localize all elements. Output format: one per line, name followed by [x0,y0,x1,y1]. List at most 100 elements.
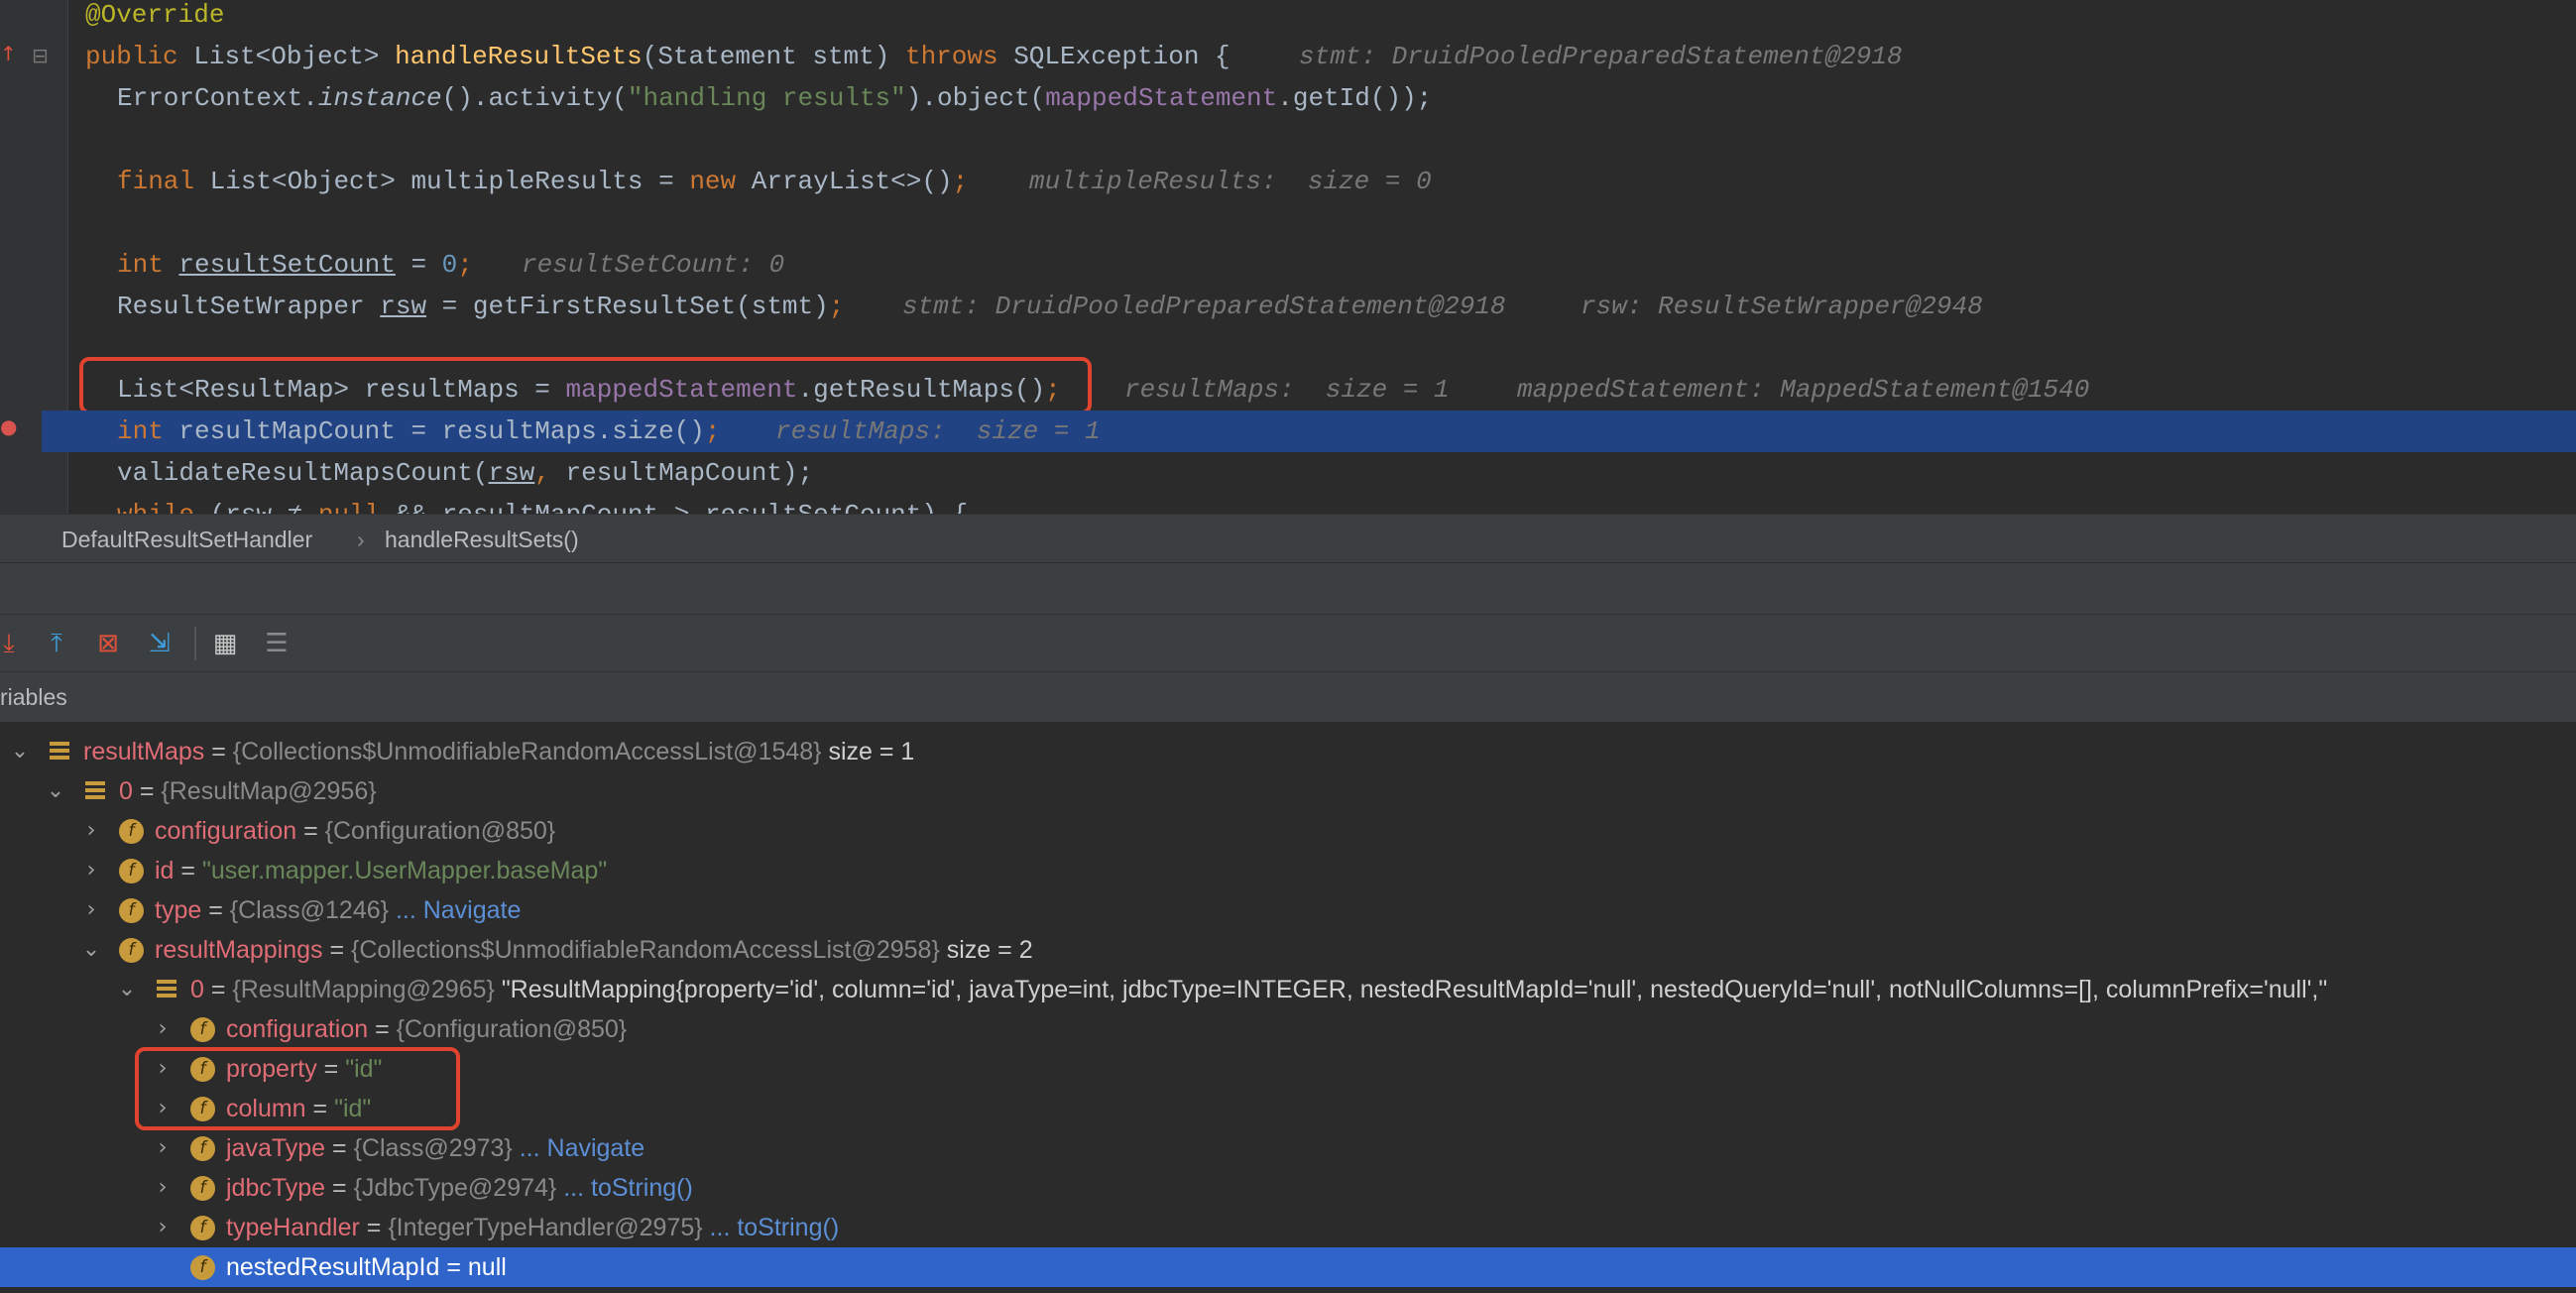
evaluate-table-icon[interactable]: ▦ [208,627,242,660]
tree-row-mapping-configuration[interactable]: › f configuration = {Configuration@850} [0,1009,2576,1049]
semicolon: ; [828,292,845,321]
tree-row-type[interactable]: › f type = {Class@1246} ... Navigate [0,890,2576,930]
code-text: int resultSetCount = 0; [117,244,473,286]
tree-row-javatype[interactable]: › f javaType = {Class@2973} ... Navigate [0,1128,2576,1168]
inline-debug-hint: multipleResults: size = 0 [1029,167,1432,196]
equals-sign: = [296,817,325,845]
equals-sign: = [359,1214,389,1241]
code-line-8-current[interactable]: int resultMapCount = resultMaps.size(); … [42,411,2576,452]
code-line-4[interactable]: final List<Object> multipleResults = new… [0,161,2576,202]
tree-row-text: resultMappings = {Collections$Unmodifiab… [155,930,1033,970]
variable-token: rsw [225,500,272,514]
keyword-int: int [117,416,164,446]
navigate-link[interactable]: ... Navigate [520,1134,644,1162]
chevron-right-icon[interactable]: › [151,1168,175,1208]
code-line-10[interactable]: while (rsw ≠ null && resultMapCount > re… [0,494,2576,514]
tostring-link[interactable]: ... toString() [710,1214,840,1241]
list-icon [85,781,105,801]
variable-name: 0 [119,777,133,805]
inline-debug-hint: stmt: DruidPooledPreparedStatement@2918 [1299,42,1903,71]
string-literal: "handling results" [627,83,906,113]
chevron-right-icon[interactable]: › [151,1208,175,1247]
chevron-down-icon[interactable]: ⌄ [8,732,32,771]
code-token: .getId()); [1277,83,1433,113]
field-icon: f [190,1136,215,1161]
field-icon: f [119,938,144,963]
code-token: resultMapCount); [549,458,814,488]
exception-type: SQLException [1013,42,1200,71]
variable-name: type [155,896,202,924]
chevron-right-icon[interactable]: › [151,1009,175,1049]
tree-row-text: nestedResultMapId = null [226,1247,507,1287]
inline-debug-hint: resultSetCount: 0 [522,250,785,280]
code-editor[interactable]: ↑ ⊟ ● @Override public List<Object> hand… [0,0,2576,514]
parameters: (Statement stmt) [642,42,890,71]
tree-row-nestedresultmapid-selected[interactable]: f nestedResultMapId = null [0,1247,2576,1287]
chevron-right-icon[interactable]: › [79,811,103,851]
debug-toolbar: ⤓ ⤒ ⊠ ⇲ ▦ ☰ [0,614,2576,672]
tree-row-jdbctype[interactable]: › f jdbcType = {JdbcType@2974} ... toStr… [0,1168,2576,1208]
trace-icon[interactable]: ☰ [260,627,293,660]
semicolon: ; [952,167,969,196]
chevron-right-icon[interactable]: › [151,1128,175,1168]
breadcrumb-method[interactable]: handleResultSets() [385,527,579,553]
variable-name: javaType [226,1134,326,1162]
variable-value: {Configuration@850} [324,817,556,845]
tree-row-id[interactable]: › f id = "user.mapper.UserMapper.baseMap… [0,851,2576,890]
code-text: final List<Object> multipleResults = new… [117,161,968,202]
tostring-link[interactable]: ... toString() [563,1174,693,1202]
chevron-right-icon[interactable]: › [79,890,103,930]
code-token: && resultMapCount > [380,500,705,514]
code-token: validateResultMapsCount( [117,458,489,488]
equals-sign: = [325,1134,354,1162]
comma: , [534,458,550,488]
code-token: List<Object> multipleResults = [209,167,690,196]
inline-debug-hint: stmt: DruidPooledPreparedStatement@2918 [902,292,1506,321]
breadcrumb: DefaultResultSetHandler › handleResultSe… [0,514,2576,562]
variable-name: resultMaps [83,738,205,765]
variables-tab-label[interactable]: riables [0,684,67,711]
code-line-1[interactable]: @Override [0,0,2576,36]
run-to-cursor-icon[interactable]: ⇲ [143,627,176,660]
equals-sign: = [132,777,162,805]
code-line-9[interactable]: validateResultMapsCount(rsw, resultMapCo… [0,452,2576,494]
keyword-final: final [117,167,195,196]
tree-row-text: jdbcType = {JdbcType@2974} ... toString(… [226,1168,693,1208]
variable-name: configuration [155,817,297,845]
step-into-icon[interactable]: ⤓ [0,627,26,660]
variable-token: resultSetCount [705,500,921,514]
keyword-int: int [117,250,164,280]
code-text: ResultSetWrapper rsw = getFirstResultSet… [117,286,844,327]
variable-name: id [155,857,175,884]
list-icon [50,742,69,762]
drop-frame-icon[interactable]: ⊠ [91,627,125,660]
method-name: handleResultSets [395,42,643,71]
equals-sign: = [201,896,230,924]
variable-name: nestedResultMapId [226,1253,440,1281]
chevron-down-icon[interactable]: ⌄ [79,930,103,970]
chevron-down-icon[interactable]: ⌄ [44,771,67,811]
code-line-2[interactable]: public List<Object> handleResultSets(Sta… [0,36,2576,77]
code-line-3[interactable]: ErrorContext.instance().activity("handli… [0,77,2576,119]
variable-value: "user.mapper.UserMapper.baseMap" [201,857,608,884]
variable-name: 0 [190,976,204,1003]
tree-row-resultmap-0[interactable]: ⌄ 0 = {ResultMap@2956} [0,771,2576,811]
navigate-link[interactable]: ... Navigate [396,896,521,924]
chevron-down-icon[interactable]: ⌄ [115,970,139,1009]
tree-row-resultmaps[interactable]: ⌄ resultMaps = {Collections$Unmodifiable… [0,732,2576,771]
variable-value: {ResultMapping@2965} [232,976,495,1003]
tree-row-configuration[interactable]: › f configuration = {Configuration@850} [0,811,2576,851]
breadcrumb-class[interactable]: DefaultResultSetHandler [61,527,312,553]
tree-row-typehandler[interactable]: › f typeHandler = {IntegerTypeHandler@29… [0,1208,2576,1247]
code-line-6[interactable]: ResultSetWrapper rsw = getFirstResultSet… [0,286,2576,327]
chevron-right-icon[interactable]: › [79,851,103,890]
tree-row-resultmappings[interactable]: ⌄ f resultMappings = {Collections$Unmodi… [0,930,2576,970]
keyword-new: new [689,167,737,196]
code-token: ) { [921,500,968,514]
equals-sign: = [325,1174,354,1202]
tree-row-text: typeHandler = {IntegerTypeHandler@2975} … [226,1208,839,1247]
code-line-5[interactable]: int resultSetCount = 0; resultSetCount: … [0,244,2576,286]
tree-row-resultmapping-0[interactable]: ⌄ 0 = {ResultMapping@2965} "ResultMappin… [0,970,2576,1009]
step-out-icon[interactable]: ⤒ [40,627,73,660]
variables-tree[interactable]: ⌄ resultMaps = {Collections$Unmodifiable… [0,722,2576,1293]
